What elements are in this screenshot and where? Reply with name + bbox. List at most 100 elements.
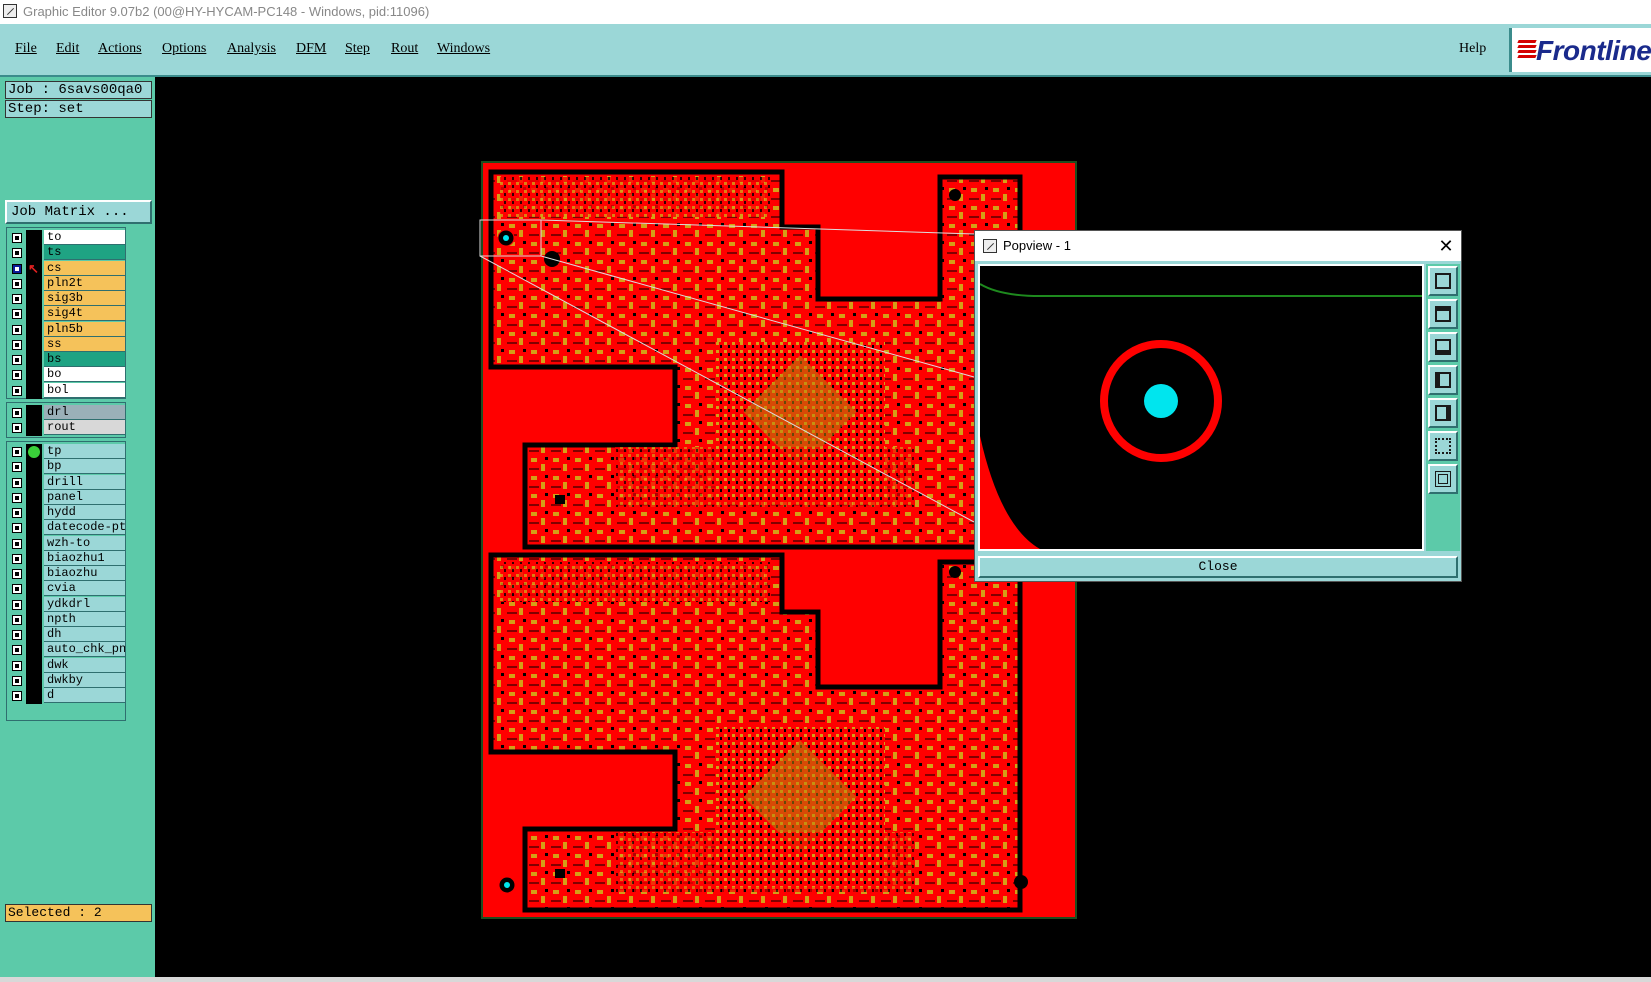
layer-name[interactable]: ydkdrl [44,596,125,612]
layer-checkbox[interactable] [12,309,22,320]
layer-row-tp[interactable]: tp [9,444,125,460]
menu-dfm[interactable]: DFM [296,41,326,57]
layer-row-pln2t[interactable]: pln2t [9,275,125,292]
layer-row-biaozhu[interactable]: biaozhu [9,566,125,582]
layer-name[interactable]: bs [44,352,125,367]
layer-name[interactable]: d [44,688,125,703]
layer-row-panel[interactable]: panel [9,489,125,506]
layer-row-dwk[interactable]: dwk [9,657,125,674]
layer-checkbox[interactable] [12,660,22,671]
layer-row-bol[interactable]: bol [9,382,125,399]
layer-row-npth[interactable]: npth [9,611,125,628]
layer-row-wzh-to[interactable]: wzh-to [9,535,125,552]
layer-name[interactable]: npth [44,611,125,627]
layer-name[interactable]: tp [44,444,125,459]
layer-name[interactable]: dwk [44,657,125,673]
layer-checkbox[interactable] [12,462,22,473]
layer-name[interactable]: drl [44,405,125,420]
layer-name[interactable]: bol [44,382,125,398]
layer-row-biaozhu1[interactable]: biaozhu1 [9,550,125,567]
layer-row-cvia[interactable]: cvia [9,581,125,598]
layer-name[interactable]: wzh-to [44,535,125,551]
layer-checkbox[interactable] [12,599,22,610]
layer-checkbox[interactable] [12,233,22,243]
menu-windows[interactable]: Windows [437,41,490,57]
layer-name[interactable]: panel [44,489,125,505]
layer-name[interactable]: hydd [44,505,125,520]
layer-row-to[interactable]: to [9,230,125,246]
layer-checkbox[interactable] [12,645,22,656]
layer-name[interactable]: dh [44,627,125,642]
layer-checkbox[interactable] [12,477,22,488]
popview-title-bar[interactable]: Popview - 1 ✕ [975,231,1461,261]
layer-name[interactable]: sig4t [44,306,125,322]
layer-name[interactable]: cvia [44,581,125,597]
job-matrix-button[interactable]: Job Matrix ... [5,200,152,224]
layer-name[interactable]: biaozhu1 [44,550,125,566]
layer-name[interactable]: ss [44,336,125,352]
layer-row-dh[interactable]: dh [9,627,125,643]
layer-checkbox[interactable] [12,423,22,434]
menu-options[interactable]: Options [162,41,206,57]
layer-name[interactable]: ts [44,245,125,261]
layer-row-bp[interactable]: bp [9,459,125,476]
layer-name[interactable]: bo [44,367,125,383]
layer-name[interactable]: drill [44,474,125,490]
layer-name[interactable]: datecode-pte [44,520,125,536]
menu-help[interactable]: Help [1459,41,1486,57]
layer-checkbox[interactable] [12,263,22,274]
layer-row-cs[interactable]: ↖ cs [9,260,125,277]
layer-checkbox[interactable] [12,324,22,335]
layer-name[interactable]: pln5b [44,321,125,337]
layer-name[interactable]: rout [44,420,125,436]
pan-down-icon[interactable] [1428,332,1458,362]
layer-row-hydd[interactable]: hydd [9,505,125,521]
zoom-to-fit-icon[interactable] [1428,266,1458,296]
layer-row-bs[interactable]: bs [9,352,125,368]
layer-name[interactable]: auto_chk_pnl [44,642,125,658]
menu-step[interactable]: Step [345,41,370,57]
layer-checkbox[interactable] [12,630,22,640]
layer-checkbox[interactable] [12,385,22,396]
layer-checkbox[interactable] [12,355,22,365]
layer-checkbox[interactable] [12,523,22,534]
layer-name[interactable]: cs [44,260,125,276]
close-icon[interactable]: ✕ [1435,235,1457,257]
layer-checkbox[interactable] [12,508,22,518]
pan-right-icon[interactable] [1428,398,1458,428]
layer-checkbox[interactable] [12,278,22,289]
layer-row-sig4t[interactable]: sig4t [9,306,125,323]
menu-analysis[interactable]: Analysis [227,41,276,57]
layer-name[interactable]: pln2t [44,275,125,291]
layer-row-pln5b[interactable]: pln5b [9,321,125,338]
layer-checkbox[interactable] [12,370,22,381]
layer-row-sig3b[interactable]: sig3b [9,291,125,307]
layer-name[interactable]: dwkby [44,672,125,688]
layer-row-datecode-pte[interactable]: datecode-pte [9,520,125,537]
menu-edit[interactable]: Edit [56,41,79,57]
layer-row-bo[interactable]: bo [9,367,125,384]
menu-file[interactable]: File [15,41,37,57]
layer-row-drill[interactable]: drill [9,474,125,491]
popview-close-button[interactable]: Close [978,556,1458,578]
layer-checkbox[interactable] [12,408,22,418]
layer-checkbox[interactable] [12,248,22,259]
layer-row-ydkdrl[interactable]: ydkdrl [9,596,125,613]
menu-actions[interactable]: Actions [98,41,142,57]
layer-name[interactable]: bp [44,459,125,475]
layer-checkbox[interactable] [12,294,22,304]
layer-checkbox[interactable] [12,584,22,595]
pan-left-icon[interactable] [1428,365,1458,395]
layer-row-auto_chk_pnl[interactable]: auto_chk_pnl [9,642,125,659]
layer-checkbox[interactable] [12,538,22,549]
layer-checkbox[interactable] [12,492,22,503]
layer-checkbox[interactable] [12,675,22,686]
layer-name[interactable]: to [44,230,125,245]
layer-row-drl[interactable]: drl [9,405,125,421]
layer-row-d[interactable]: d [9,688,125,704]
layer-checkbox[interactable] [12,553,22,564]
layer-checkbox[interactable] [12,614,22,625]
pan-up-icon[interactable] [1428,299,1458,329]
layer-checkbox[interactable] [12,339,22,350]
menu-rout[interactable]: Rout [391,41,418,57]
